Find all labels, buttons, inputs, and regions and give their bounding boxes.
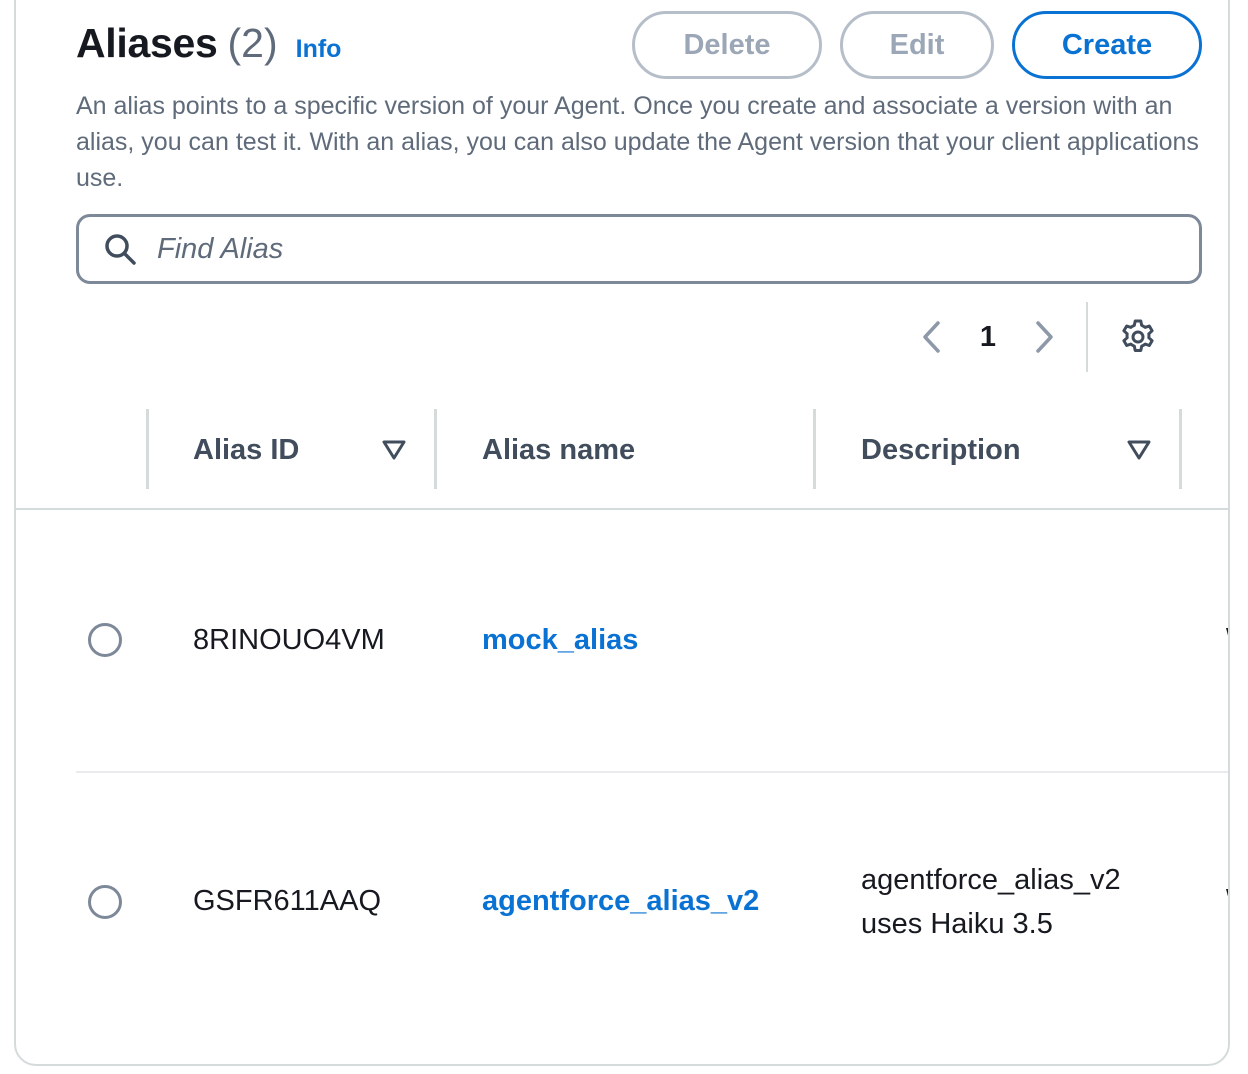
- row-select-radio[interactable]: [88, 885, 122, 919]
- table-header: Alias ID Alias name Description: [16, 407, 1228, 510]
- alias-name-link[interactable]: mock_alias: [482, 624, 638, 657]
- chevron-left-icon[interactable]: [906, 311, 958, 363]
- search-icon: [103, 231, 139, 267]
- alias-id-cell: GSFR611AAQ: [193, 885, 382, 917]
- page-title: Aliases: [76, 20, 218, 66]
- chevron-right-icon[interactable]: [1018, 311, 1070, 363]
- truncated-cell: \: [1226, 624, 1228, 657]
- column-header-description[interactable]: Description: [861, 434, 1021, 467]
- row-divider: [76, 771, 1228, 773]
- truncated-cell: \: [1226, 885, 1228, 918]
- caret-down-icon[interactable]: [382, 439, 408, 465]
- pagination-divider: [1086, 302, 1088, 372]
- column-separator: [1179, 409, 1182, 489]
- aliases-panel: Aliases (2) Info Delete Edit Create An a…: [14, 0, 1230, 1066]
- column-separator: [146, 409, 149, 489]
- info-link[interactable]: Info: [296, 35, 342, 64]
- column-header-alias-name[interactable]: Alias name: [482, 434, 635, 467]
- panel-description: An alias points to a specific version of…: [76, 92, 1199, 192]
- row-select-radio[interactable]: [88, 623, 122, 657]
- gear-icon[interactable]: [1116, 315, 1160, 359]
- page-number[interactable]: 1: [958, 321, 1018, 354]
- create-button[interactable]: Create: [1012, 11, 1202, 79]
- search-input[interactable]: [157, 232, 1157, 266]
- alias-id-cell: 8RINOUO4VM: [193, 624, 385, 656]
- description-line: uses Haiku 3.5: [861, 908, 1053, 940]
- edit-button[interactable]: Edit: [840, 11, 994, 79]
- column-separator: [813, 409, 816, 489]
- delete-button[interactable]: Delete: [632, 11, 822, 79]
- column-header-alias-id[interactable]: Alias ID: [193, 434, 299, 467]
- column-separator: [434, 409, 437, 489]
- search-field[interactable]: [76, 214, 1202, 284]
- description-line: agentforce_alias_v2: [861, 864, 1121, 896]
- caret-down-icon[interactable]: [1127, 439, 1153, 465]
- pagination: 1: [906, 302, 1160, 372]
- alias-count: (2): [227, 20, 278, 66]
- panel-header: Aliases (2) Info: [76, 20, 341, 72]
- description-cell: agentforce_alias_v2 uses Haiku 3.5: [861, 858, 1191, 946]
- alias-name-link[interactable]: agentforce_alias_v2: [482, 885, 759, 918]
